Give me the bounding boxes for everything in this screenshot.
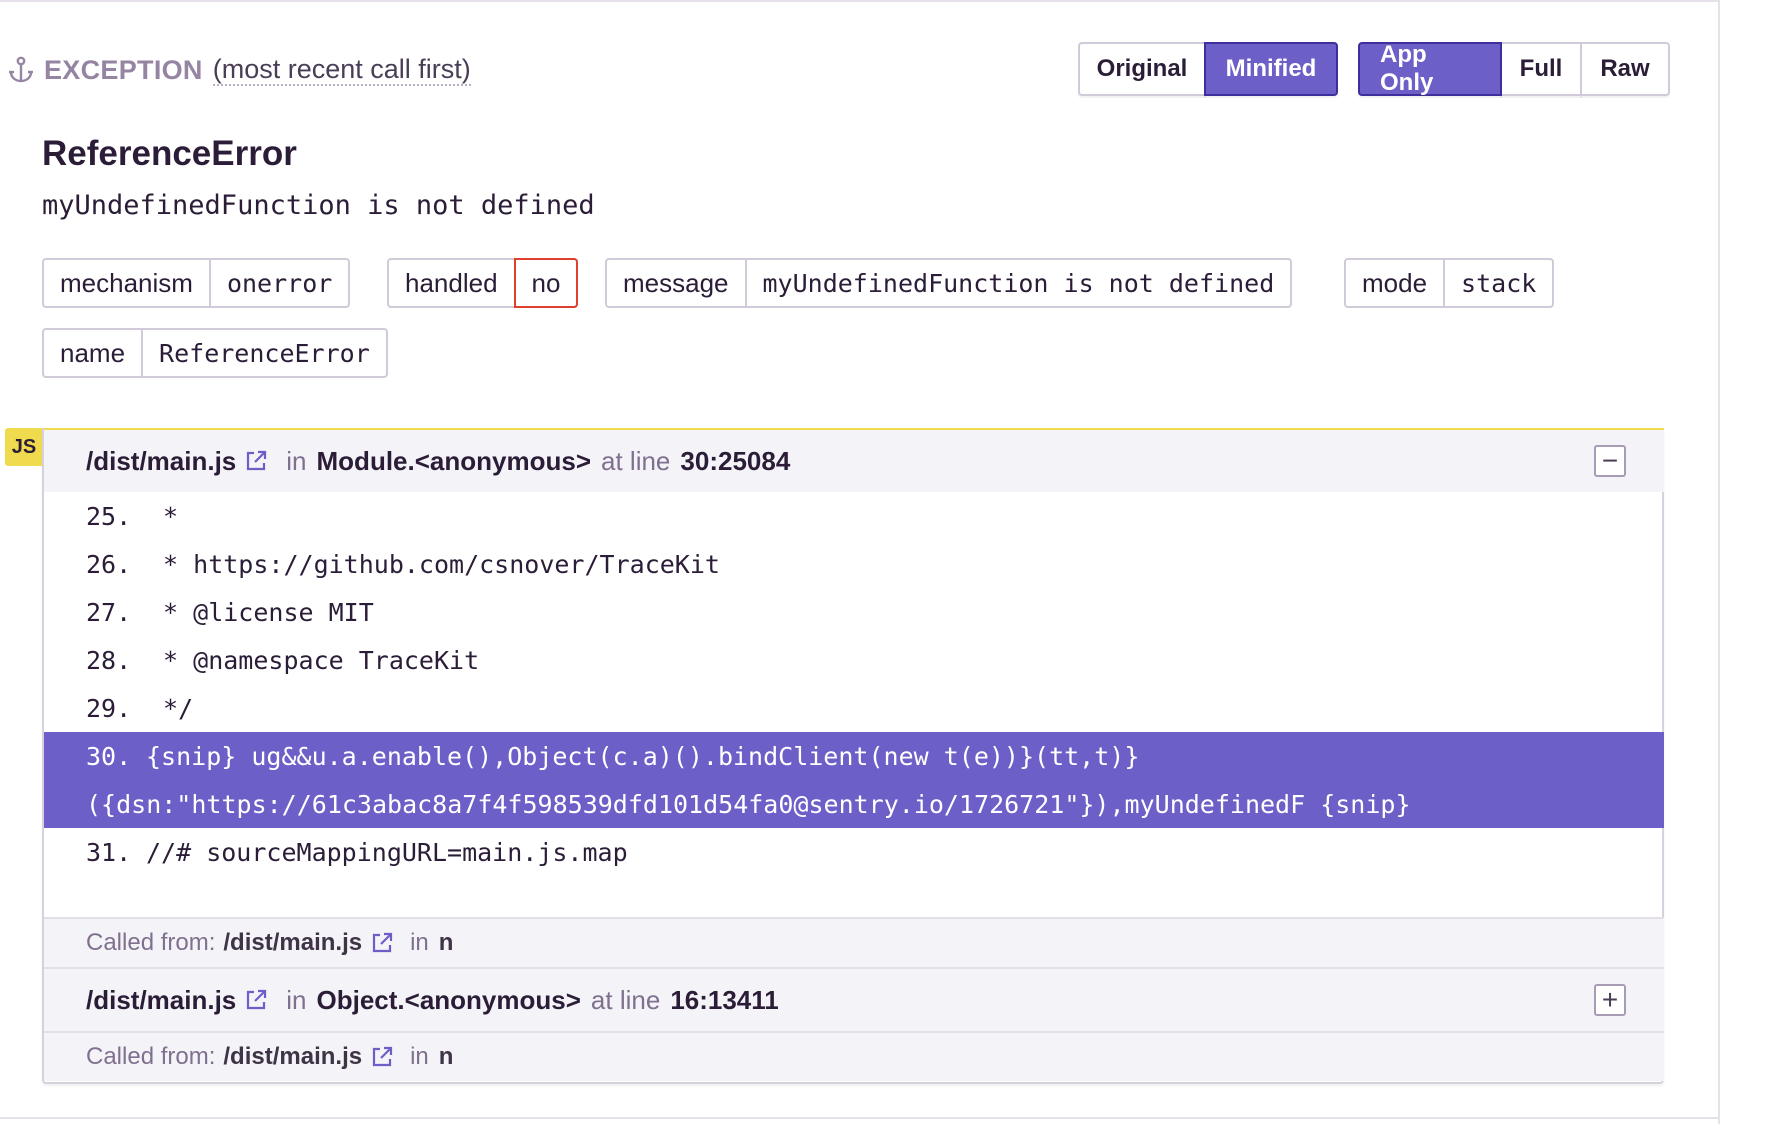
code-line-text: * @license MIT (148, 597, 374, 627)
open-external-icon[interactable] (370, 1045, 394, 1069)
code-line-number: 30. (86, 741, 132, 771)
tag-value: no (513, 258, 579, 308)
stack-frames: /dist/main.js in Module.<anonymous> at l… (42, 428, 1664, 1084)
tag-handled: handled no (387, 258, 579, 308)
view-toggle-group: Original Minified (1078, 42, 1338, 96)
code-line-text: * @namespace TraceKit (148, 645, 480, 675)
frame-in-label: in (286, 445, 307, 476)
code-line-number: 28. (86, 645, 132, 675)
code-line: 31. //# sourceMappingURL=main.js.map (44, 828, 1664, 876)
tag-key: handled (405, 267, 498, 298)
tag-key: mode (1362, 267, 1428, 298)
platform-badge: JS (5, 428, 43, 466)
frame-line-number: 30:25084 (680, 445, 791, 476)
code-line: 28. * @namespace TraceKit (44, 636, 1664, 684)
code-line-text: * https://github.com/csnover/TraceKit (148, 549, 720, 579)
called-from-in: in (410, 929, 429, 956)
frame-header[interactable]: /dist/main.js in Object.<anonymous> at l… (44, 967, 1664, 1031)
code-line-text: */ (148, 693, 194, 723)
top-divider (0, 0, 1720, 2)
frame-header[interactable]: /dist/main.js in Module.<anonymous> at l… (44, 428, 1664, 492)
code-line-number: 26. (86, 549, 132, 579)
code-line: 25. * (44, 492, 1664, 540)
code-line-number: 27. (86, 597, 132, 627)
called-from-function: n (438, 929, 454, 956)
called-from-function: n (438, 1043, 454, 1070)
code-line-text: * (148, 501, 179, 531)
tag-mode: mode stack (1344, 258, 1555, 308)
frame-at-line-label: at line (590, 984, 661, 1015)
frame-line-number: 16:13411 (670, 984, 779, 1015)
called-from-file: /dist/main.js (223, 929, 363, 956)
frame-filename: /dist/main.js (86, 445, 237, 476)
tag-name: name ReferenceError (42, 328, 388, 378)
original-button[interactable]: Original (1078, 42, 1206, 96)
exception-title: EXCEPTION (44, 54, 203, 85)
code-line-number: 25. (86, 501, 132, 531)
frame-in-label: in (286, 984, 307, 1015)
open-external-icon[interactable] (244, 988, 268, 1012)
called-from-row: Called from: /dist/main.js in n (44, 917, 1664, 967)
anchor-icon[interactable] (8, 56, 34, 84)
open-external-icon[interactable] (244, 449, 268, 473)
app-only-button[interactable]: App Only (1358, 41, 1502, 96)
code-line-active-wrap: ({dsn:"https://61c3abac8a7f4f598539dfd10… (44, 780, 1664, 828)
code-line-number: 31. (86, 837, 132, 867)
called-from-file: /dist/main.js (223, 1043, 363, 1070)
error-message: myUndefinedFunction is not defined (42, 190, 595, 221)
exception-order-hint[interactable]: (most recent call first) (212, 54, 471, 86)
tag-message: message myUndefinedFunction is not defin… (605, 258, 1293, 308)
tag-mechanism: mechanism onerror (42, 258, 351, 308)
stack-toggle-group: App Only Full Raw (1358, 41, 1670, 96)
right-divider (1718, 0, 1720, 1124)
tag-key: message (623, 267, 729, 298)
called-from-in: in (410, 1043, 429, 1070)
full-button[interactable]: Full (1500, 42, 1582, 96)
code-line-number: 29. (86, 693, 132, 723)
code-line: 27. * @license MIT (44, 588, 1664, 636)
called-from-label: Called from: (86, 929, 216, 956)
open-external-icon[interactable] (370, 931, 394, 955)
tag-value: stack (1443, 260, 1552, 306)
frame-filename: /dist/main.js (86, 984, 237, 1015)
code-line-text: //# sourceMappingURL=main.js.map (146, 837, 628, 867)
error-type: ReferenceError (42, 134, 297, 173)
tag-value: onerror (208, 260, 348, 306)
tag-value: ReferenceError (141, 330, 386, 376)
code-line-text: {snip} ug&&u.a.enable(),Object(c.a)().bi… (146, 741, 1140, 771)
code-line-text: ({dsn:"https://61c3abac8a7f4f598539dfd10… (86, 789, 1411, 819)
tag-key: mechanism (60, 267, 193, 298)
code-line-active: 30. {snip} ug&&u.a.enable(),Object(c.a)()… (44, 732, 1664, 780)
code-line: 26. * https://github.com/csnover/TraceKi… (44, 540, 1664, 588)
frame-function: Module.<anonymous> (316, 445, 592, 476)
raw-button[interactable]: Raw (1580, 42, 1670, 96)
collapse-frame-button[interactable]: − (1594, 445, 1626, 477)
frame-at-line-label: at line (601, 445, 671, 476)
minified-button[interactable]: Minified (1204, 42, 1338, 96)
expand-frame-button[interactable]: + (1594, 984, 1626, 1016)
code-line: 29. */ (44, 684, 1664, 732)
called-from-row: Called from: /dist/main.js in n (44, 1031, 1664, 1081)
code-context: 25. * 26. * https://github.com/csnover/T… (44, 492, 1664, 876)
bottom-divider (0, 1117, 1720, 1119)
tag-value: myUndefinedFunction is not defined (744, 260, 1291, 306)
called-from-label: Called from: (86, 1043, 216, 1070)
frame-function: Object.<anonymous> (316, 984, 581, 1015)
exception-header: EXCEPTION (most recent call first) (8, 50, 471, 90)
tag-key: name (60, 337, 126, 368)
